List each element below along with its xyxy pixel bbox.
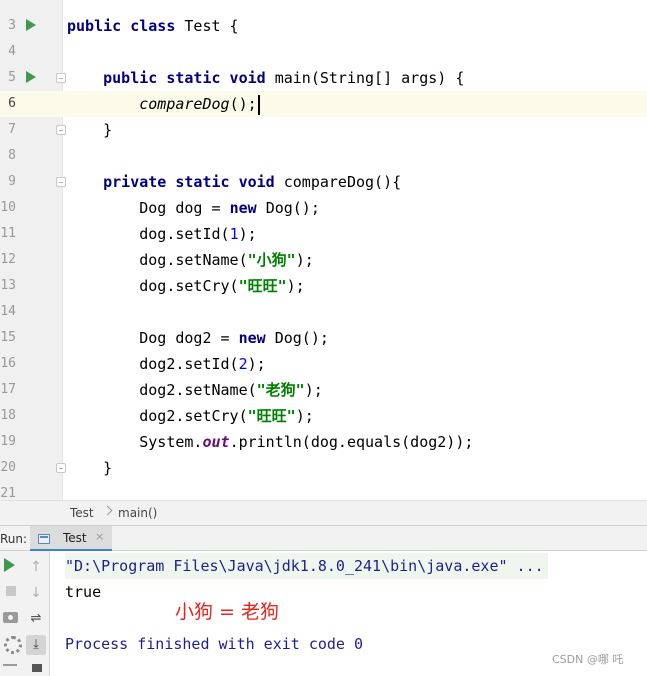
- code-line[interactable]: 5 public static void main(String[] args)…: [0, 65, 647, 91]
- breadcrumb: Test main(): [0, 500, 647, 525]
- code-line[interactable]: 15 Dog dog2 = new Dog();: [0, 325, 647, 351]
- run-panel-label: Run:: [0, 532, 28, 546]
- annotation-text: 小狗 = 老狗: [175, 601, 279, 623]
- settings-icon[interactable]: [0, 632, 22, 654]
- fold-marker-icon[interactable]: [56, 463, 66, 473]
- line-number: 5: [8, 70, 16, 85]
- chevron-right-icon: [102, 505, 113, 516]
- code-line[interactable]: 14: [0, 299, 647, 325]
- down-arrow-icon[interactable]: ↓: [28, 585, 44, 601]
- line-number: 3: [8, 18, 16, 33]
- code-line[interactable]: 10 Dog dog = new Dog();: [0, 195, 647, 221]
- up-arrow-icon[interactable]: ↑: [28, 559, 44, 575]
- line-number: 14: [0, 304, 16, 319]
- code-text: dog2.setCry("旺旺");: [67, 407, 314, 425]
- soft-wrap-icon[interactable]: ⇌: [28, 611, 44, 627]
- close-icon[interactable]: ×: [95, 530, 104, 543]
- breadcrumb-method[interactable]: main(): [118, 506, 157, 520]
- code-text: public static void main(String[] args) {: [103, 69, 465, 87]
- console-output-line: true: [65, 583, 102, 601]
- code-text: dog.setId(1);: [67, 225, 257, 243]
- line-number: 4: [8, 44, 16, 59]
- console-exit-line: Process finished with exit code 0: [65, 635, 364, 653]
- line-number: 13: [0, 278, 16, 293]
- run-panel-header: Run: Test ×: [0, 525, 647, 552]
- dump-threads-icon[interactable]: [0, 606, 22, 628]
- code-line[interactable]: 6 compareDog();: [0, 91, 647, 117]
- line-number: 15: [0, 330, 16, 345]
- code-text: System.out.println(dog.equals(dog2));: [67, 433, 474, 451]
- line-number: 20: [0, 460, 16, 475]
- breadcrumb-class[interactable]: Test: [70, 506, 94, 520]
- console-output[interactable]: "D:\Program Files\Java\jdk1.8.0_241\bin\…: [50, 551, 647, 676]
- line-number: 7: [8, 122, 16, 137]
- code-line[interactable]: 11 dog.setId(1);: [0, 221, 647, 247]
- code-line[interactable]: 7 }: [0, 117, 647, 143]
- code-text: private static void compareDog(){: [103, 173, 402, 191]
- run-toolbar: ↑ ↓ ⇌ ⤓: [0, 551, 50, 676]
- print-icon[interactable]: [26, 659, 48, 676]
- code-line[interactable]: 9 private static void compareDog(){: [0, 169, 647, 195]
- code-text: dog2.setId(2);: [67, 355, 266, 373]
- run-gutter-icon[interactable]: [26, 19, 36, 31]
- code-text: compareDog();: [67, 91, 260, 117]
- code-line[interactable]: 13 dog.setCry("旺旺");: [0, 273, 647, 299]
- line-number: 12: [0, 252, 16, 267]
- line-number: 8: [8, 148, 16, 163]
- code-text: public class Test {: [67, 17, 239, 35]
- code-line[interactable]: 17 dog2.setName("老狗");: [0, 377, 647, 403]
- line-number: 9: [8, 174, 16, 189]
- code-line[interactable]: 21: [0, 481, 647, 500]
- code-line[interactable]: 8: [0, 143, 647, 169]
- code-line[interactable]: 19 System.out.println(dog.equals(dog2));: [0, 429, 647, 455]
- console-command-line[interactable]: "D:\Program Files\Java\jdk1.8.0_241\bin\…: [65, 553, 548, 579]
- run-gutter-icon[interactable]: [26, 71, 36, 83]
- code-editor[interactable]: 3 public class Test { 4 5 public static voi…: [0, 0, 647, 500]
- code-line[interactable]: 12 dog.setName("小狗");: [0, 247, 647, 273]
- line-number: 11: [0, 226, 16, 241]
- code-text: Dog dog = new Dog();: [67, 199, 320, 217]
- line-number: 18: [0, 408, 16, 423]
- console-icon: [38, 534, 50, 544]
- fold-marker-icon[interactable]: [56, 177, 66, 187]
- code-line[interactable]: 20 }: [0, 455, 647, 481]
- code-text: }: [67, 459, 113, 477]
- fold-marker-icon[interactable]: [56, 73, 66, 83]
- code-text: }: [67, 121, 113, 139]
- restore-layout-icon[interactable]: [0, 658, 22, 676]
- code-line[interactable]: 16 dog2.setId(2);: [0, 351, 647, 377]
- line-number: 19: [0, 434, 16, 449]
- code-line[interactable]: 4: [0, 39, 647, 65]
- rerun-button[interactable]: [0, 554, 22, 576]
- line-number: 16: [0, 356, 16, 371]
- code-line[interactable]: 18 dog2.setCry("旺旺");: [0, 403, 647, 429]
- tab-run-test[interactable]: Test ×: [30, 526, 112, 552]
- run-tab-label: Test: [63, 531, 87, 545]
- line-number: 21: [0, 486, 16, 500]
- line-number: 17: [0, 382, 16, 397]
- code-line[interactable]: 3 public class Test {: [0, 13, 647, 39]
- scroll-to-end-icon[interactable]: ⤓: [26, 635, 46, 655]
- line-number: 6: [8, 96, 16, 111]
- stop-button[interactable]: [0, 580, 22, 602]
- code-text: dog.setCry("旺旺");: [67, 277, 305, 295]
- watermark-text: CSDN @哪 吒: [552, 653, 624, 666]
- text-caret: [257, 94, 260, 115]
- code-text: dog2.setName("老狗");: [67, 381, 323, 399]
- line-number: 10: [0, 200, 16, 215]
- code-text: Dog dog2 = new Dog();: [67, 329, 329, 347]
- fold-marker-icon[interactable]: [56, 125, 66, 135]
- code-text: dog.setName("小狗");: [67, 251, 314, 269]
